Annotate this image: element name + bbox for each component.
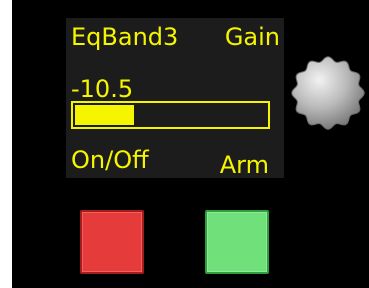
device-panel: EqBand3 Gain -10.5 On/Off Arm <box>12 0 369 288</box>
parameter-name: EqBand3 <box>71 23 179 51</box>
arm-label: Arm <box>219 151 269 179</box>
parameter-value: -10.5 <box>71 75 134 103</box>
onoff-button[interactable] <box>80 210 144 274</box>
lcd-display: EqBand3 Gain -10.5 On/Off Arm <box>66 18 284 179</box>
parameter-type: Gain <box>224 23 280 51</box>
level-bar-fill <box>75 105 134 125</box>
rotary-knob[interactable] <box>290 55 366 131</box>
onoff-label: On/Off <box>71 146 149 174</box>
level-bar <box>71 101 270 129</box>
arm-button[interactable] <box>205 210 269 274</box>
knob-icon <box>291 56 365 130</box>
